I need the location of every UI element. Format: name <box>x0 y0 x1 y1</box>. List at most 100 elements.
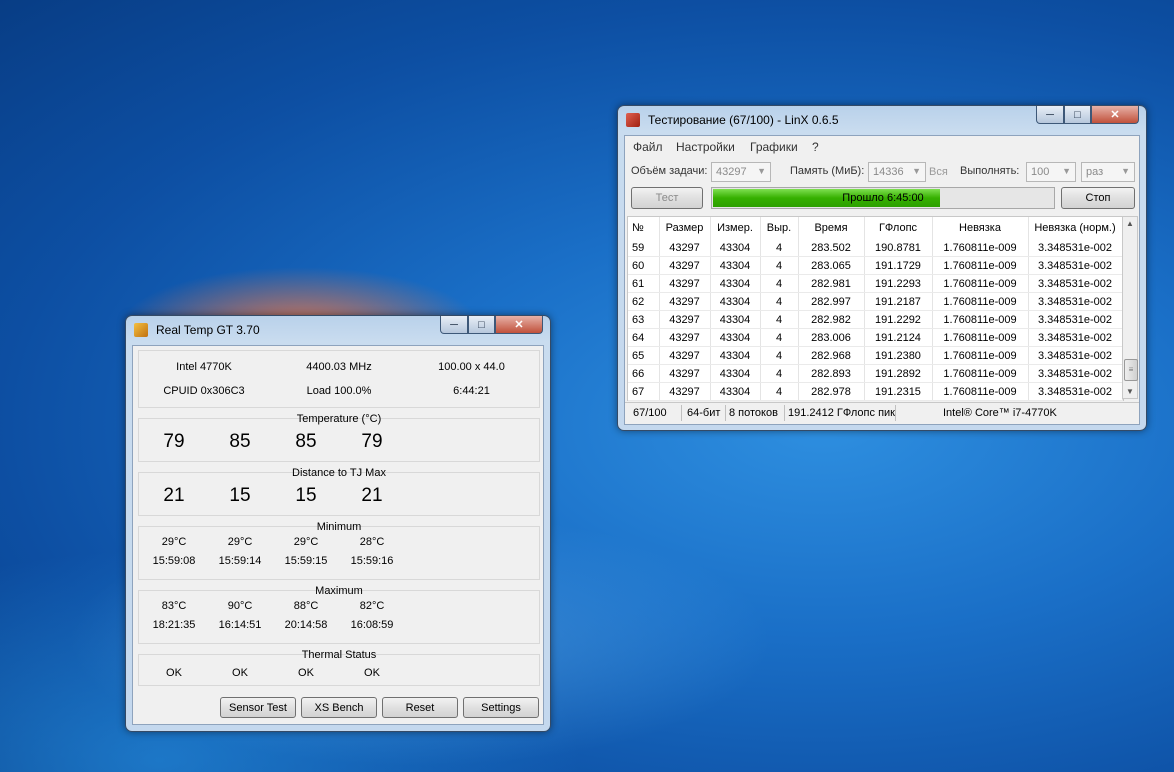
linx-title: Тестирование (67/100) - LinX 0.6.5 <box>648 113 839 127</box>
table-cell: 43297 <box>659 346 711 365</box>
maximize-button[interactable]: □ <box>468 316 495 334</box>
min-temp: 28°C <box>359 536 385 548</box>
linx-client: Файл Настройки Графики ? Объём задачи: 4… <box>624 135 1140 425</box>
settings-button[interactable]: Settings <box>463 697 539 718</box>
column-header[interactable]: Время <box>798 217 865 239</box>
chevron-down-icon: ▼ <box>757 166 766 176</box>
menu-file[interactable]: Файл <box>633 140 663 154</box>
status-cpu: Intel® Core™ i7-4770K <box>943 407 1057 419</box>
close-button[interactable]: ✕ <box>495 316 543 334</box>
table-cell: 43297 <box>659 382 711 401</box>
minimize-button[interactable]: ─ <box>1036 106 1064 124</box>
core-temp: 79 <box>361 431 383 452</box>
stop-button[interactable]: Стоп <box>1061 187 1135 209</box>
table-cell: 282.968 <box>798 346 865 365</box>
table-cell: 4 <box>760 256 799 275</box>
minimize-button[interactable]: ─ <box>440 316 468 334</box>
table-cell: 43297 <box>659 328 711 347</box>
menu-help[interactable]: ? <box>812 140 819 154</box>
maximum-group: Maximum 83°C 90°C 88°C 82°C 18:21:35 16:… <box>138 585 540 644</box>
table-cell: 67 <box>628 382 660 401</box>
min-time: 15:59:08 <box>152 555 196 567</box>
xs-bench-button[interactable]: XS Bench <box>301 697 377 718</box>
table-cell: 3.348531e-002 <box>1028 328 1123 347</box>
menu-graphs[interactable]: Графики <box>750 140 798 154</box>
column-header[interactable]: Невязка <box>932 217 1029 239</box>
column-header[interactable]: ГФлопс <box>864 217 933 239</box>
reset-button[interactable]: Reset <box>382 697 458 718</box>
maximize-button[interactable]: □ <box>1064 106 1091 124</box>
table-cell: 3.348531e-002 <box>1028 239 1123 257</box>
table-cell: 43304 <box>710 292 761 311</box>
table-row[interactable]: 60 43297 43304 4 283.065 191.1729 1.760811e-00… <box>628 256 1123 275</box>
test-progress-bar: Прошло 6:45:00 <box>711 187 1055 209</box>
minimum-group: Minimum 29°C 29°C 29°C 28°C 15:59:08 15:… <box>138 521 540 580</box>
table-row[interactable]: 59 43297 43304 4 283.502 190.8781 1.760811e-00… <box>628 239 1123 257</box>
table-row[interactable]: 65 43297 43304 4 282.968 191.2380 1.760811e-00… <box>628 346 1123 365</box>
task-size-select[interactable]: 43297 ▼ <box>711 162 771 182</box>
status-bar: 67/100 64-бит 8 потоков 191.2412 ГФлопс … <box>625 402 1139 423</box>
sensor-test-button[interactable]: Sensor Test <box>220 697 296 718</box>
scroll-thumb[interactable]: ≡ <box>1124 359 1138 381</box>
table-cell: 43297 <box>659 364 711 383</box>
table-cell: 282.893 <box>798 364 865 383</box>
table-cell: 43297 <box>659 239 711 257</box>
linx-window: Тестирование (67/100) - LinX 0.6.5 ─ □ ✕… <box>617 105 1147 431</box>
table-cell: 3.348531e-002 <box>1028 382 1123 401</box>
thermal-status-title: Thermal Status <box>301 649 377 661</box>
table-cell: 4 <box>760 382 799 401</box>
column-header[interactable]: Невязка (норм.) <box>1028 217 1123 239</box>
column-header[interactable]: Размер <box>659 217 711 239</box>
scroll-up-icon[interactable]: ▲ <box>1126 219 1134 228</box>
all-memory-checkbox[interactable]: Вся <box>929 166 948 178</box>
table-cell: 3.348531e-002 <box>1028 346 1123 365</box>
run-count-value: 100 <box>1031 166 1050 178</box>
vertical-scrollbar[interactable]: ▲ ≡ ▼ <box>1122 216 1138 399</box>
thermal-status: OK <box>364 667 380 679</box>
core-distance: 21 <box>163 485 185 506</box>
memory-select[interactable]: 14336 ▼ <box>868 162 926 182</box>
cpu-frequency: 4400.03 MHz <box>306 361 372 373</box>
table-row[interactable]: 67 43297 43304 4 282.978 191.2315 1.760811e-00… <box>628 382 1123 401</box>
cpu-multiplier: 100.00 x 44.0 <box>438 361 505 373</box>
table-row[interactable]: 66 43297 43304 4 282.893 191.2892 1.760811e-00… <box>628 364 1123 383</box>
core-distance: 21 <box>361 485 383 506</box>
min-time: 15:59:16 <box>350 555 394 567</box>
table-cell: 1.760811e-009 <box>932 274 1029 293</box>
table-row[interactable]: 61 43297 43304 4 282.981 191.2293 1.760811e-00… <box>628 274 1123 293</box>
table-row[interactable]: 63 43297 43304 4 282.982 191.2292 1.760811e-00… <box>628 310 1123 329</box>
column-header[interactable]: Выр. <box>760 217 799 239</box>
distance-group: Distance to TJ Max 21 15 15 21 <box>138 467 540 516</box>
table-row[interactable]: 64 43297 43304 4 283.006 191.2124 1.760811e-00… <box>628 328 1123 347</box>
table-cell: 1.760811e-009 <box>932 364 1029 383</box>
cpu-id: CPUID 0x306C3 <box>163 385 245 397</box>
scroll-down-icon[interactable]: ▼ <box>1126 387 1134 396</box>
task-size-label: Объём задачи: <box>631 165 708 177</box>
table-cell: 63 <box>628 310 660 329</box>
close-button[interactable]: ✕ <box>1091 106 1139 124</box>
table-cell: 3.348531e-002 <box>1028 274 1123 293</box>
table-cell: 191.2892 <box>864 364 933 383</box>
table-cell: 191.1729 <box>864 256 933 275</box>
min-temp: 29°C <box>161 536 187 548</box>
run-unit-select[interactable]: раз ▼ <box>1081 162 1135 182</box>
max-temp: 82°C <box>359 600 385 612</box>
chevron-down-icon: ▼ <box>912 166 921 176</box>
table-cell: 43297 <box>659 310 711 329</box>
run-count-select[interactable]: 100 ▼ <box>1026 162 1076 182</box>
column-header[interactable]: № <box>628 217 660 239</box>
table-cell: 4 <box>760 328 799 347</box>
column-header[interactable]: Измер. <box>710 217 761 239</box>
min-time: 15:59:14 <box>218 555 262 567</box>
table-cell: 43304 <box>710 346 761 365</box>
thermal-status: OK <box>298 667 314 679</box>
table-cell: 282.997 <box>798 292 865 311</box>
menu-settings[interactable]: Настройки <box>676 140 735 154</box>
run-label: Выполнять: <box>960 165 1020 177</box>
table-row[interactable]: 62 43297 43304 4 282.997 191.2187 1.760811e-00… <box>628 292 1123 311</box>
test-button[interactable]: Тест <box>631 187 703 209</box>
max-temp: 90°C <box>227 600 253 612</box>
table-cell: 59 <box>628 239 660 257</box>
linx-app-icon <box>626 113 640 127</box>
table-cell: 43304 <box>710 328 761 347</box>
